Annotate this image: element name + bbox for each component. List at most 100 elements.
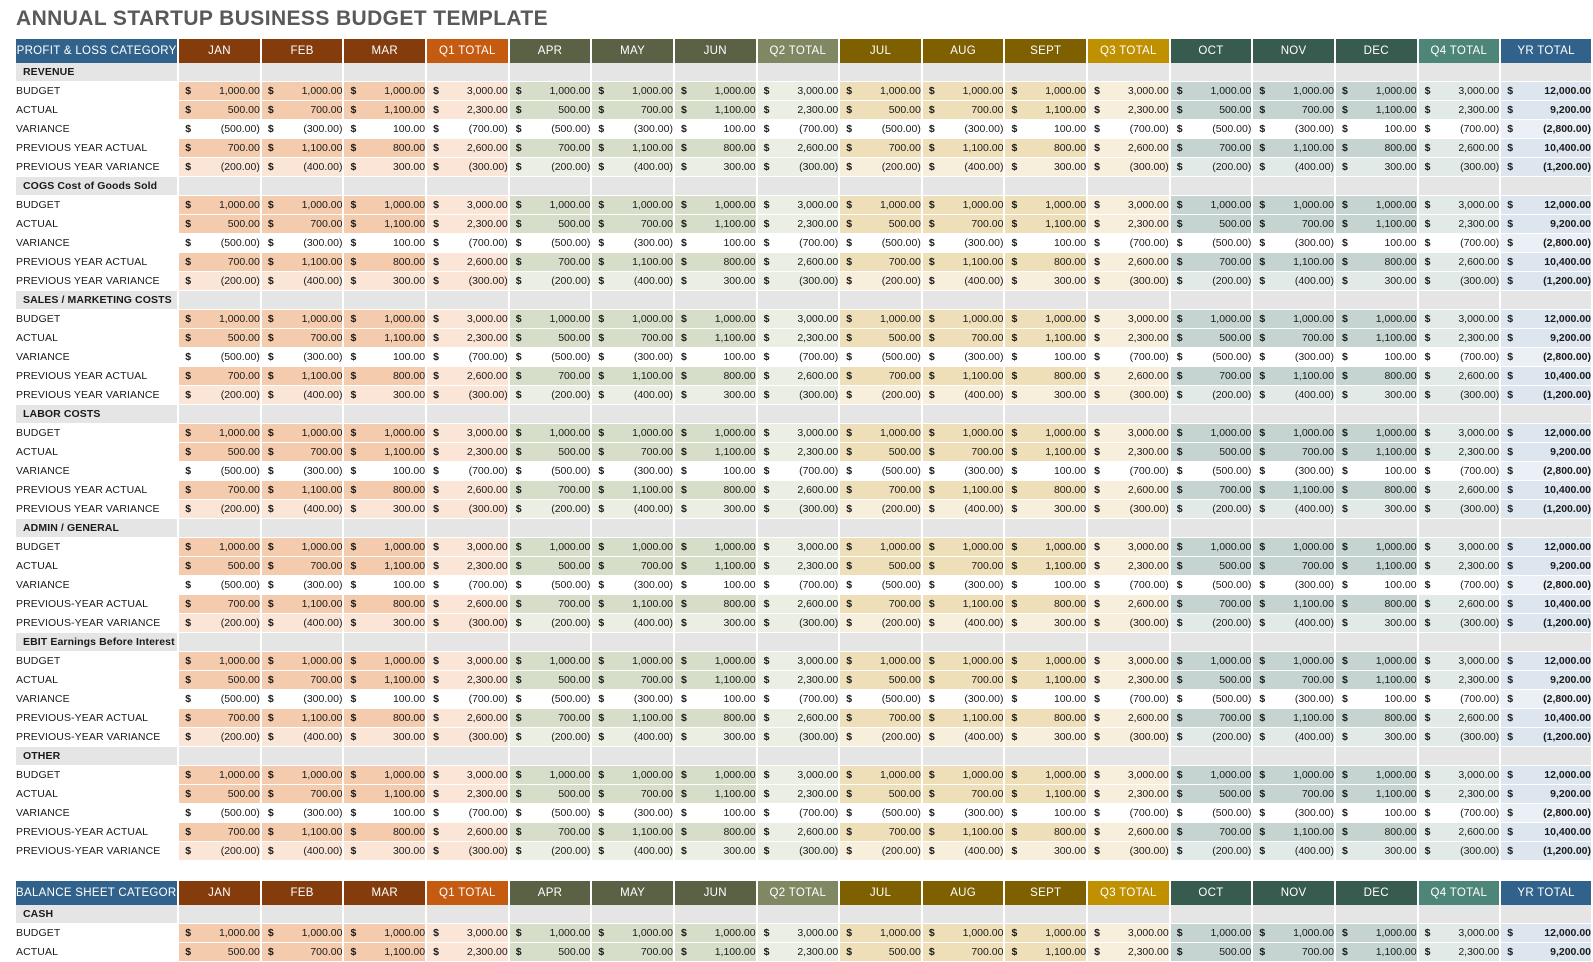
cell-dec[interactable]: $300.00 bbox=[1334, 271, 1419, 291]
cell-yr[interactable]: $9,200.00 bbox=[1500, 784, 1593, 804]
cell-jun[interactable]: $300.00 bbox=[673, 613, 758, 633]
cell-q2[interactable]: $ (300.00) bbox=[756, 613, 841, 633]
cell-mar[interactable]: $800.00 bbox=[343, 480, 428, 500]
cell-feb[interactable]: $ (400.00) bbox=[260, 157, 345, 177]
cell-jun[interactable]: $1,100.00 bbox=[673, 442, 758, 462]
cell-apr[interactable]: $500.00 bbox=[508, 100, 593, 120]
cell-feb[interactable]: $ (300.00) bbox=[260, 233, 345, 253]
cell-jan[interactable]: $500.00 bbox=[178, 556, 262, 576]
cell-q4[interactable]: $ (300.00) bbox=[1417, 499, 1502, 519]
cell-q3[interactable]: $3,000.00 bbox=[1087, 195, 1171, 215]
cell-yr[interactable]: $ (2,800.00) bbox=[1500, 689, 1593, 709]
cell-q2[interactable]: $ (700.00) bbox=[756, 803, 841, 823]
column-header-sept[interactable]: SEPT bbox=[1004, 39, 1089, 63]
cell-mar[interactable]: $1,000.00 bbox=[343, 537, 428, 557]
cell-oct[interactable]: $1,000.00 bbox=[1169, 309, 1254, 329]
cell-q3[interactable]: $ (300.00) bbox=[1087, 499, 1171, 519]
cell-q1[interactable]: $2,600.00 bbox=[426, 366, 510, 386]
cell-yr[interactable]: $9,200.00 bbox=[1500, 942, 1593, 962]
cell-yr[interactable]: $12,000.00 bbox=[1500, 765, 1593, 785]
cell-q3[interactable]: $2,300.00 bbox=[1087, 328, 1171, 348]
cell-q2[interactable]: $3,000.00 bbox=[756, 195, 841, 215]
cell-mar[interactable]: $100.00 bbox=[343, 233, 428, 253]
cell-yr[interactable]: $10,400.00 bbox=[1500, 366, 1593, 386]
cell-q2[interactable]: $2,300.00 bbox=[756, 328, 841, 348]
cell-q1[interactable]: $ (700.00) bbox=[426, 347, 510, 367]
cell-dec[interactable]: $1,000.00 bbox=[1334, 537, 1419, 557]
column-header-q3[interactable]: Q3 TOTAL bbox=[1087, 881, 1171, 905]
cell-q2[interactable]: $2,300.00 bbox=[756, 556, 841, 576]
cell-aug[interactable]: $ (400.00) bbox=[921, 271, 1006, 291]
cell-dec[interactable]: $1,100.00 bbox=[1334, 670, 1419, 690]
cell-jun[interactable]: $300.00 bbox=[673, 841, 758, 861]
cell-jul[interactable]: $1,000.00 bbox=[839, 651, 923, 671]
cell-q1[interactable]: $ (300.00) bbox=[426, 385, 510, 405]
cell-oct[interactable]: $ (500.00) bbox=[1169, 119, 1254, 139]
column-header-jul[interactable]: JUL bbox=[839, 881, 923, 905]
cell-jan[interactable]: $ (500.00) bbox=[178, 233, 262, 253]
cell-q3[interactable]: $3,000.00 bbox=[1087, 537, 1171, 557]
cell-dec[interactable]: $800.00 bbox=[1334, 138, 1419, 158]
cell-jul[interactable]: $500.00 bbox=[839, 100, 923, 120]
cell-oct[interactable]: $ (500.00) bbox=[1169, 689, 1254, 709]
cell-feb[interactable]: $1,100.00 bbox=[260, 480, 345, 500]
cell-oct[interactable]: $500.00 bbox=[1169, 214, 1254, 234]
cell-nov[interactable]: $700.00 bbox=[1252, 442, 1336, 462]
cell-jun[interactable]: $100.00 bbox=[673, 347, 758, 367]
cell-jul[interactable]: $1,000.00 bbox=[839, 923, 923, 943]
cell-jun[interactable]: $800.00 bbox=[673, 480, 758, 500]
cell-apr[interactable]: $1,000.00 bbox=[508, 195, 593, 215]
cell-q3[interactable]: $3,000.00 bbox=[1087, 651, 1171, 671]
cell-dec[interactable]: $1,000.00 bbox=[1334, 309, 1419, 329]
cell-dec[interactable]: $1,000.00 bbox=[1334, 923, 1419, 943]
cell-nov[interactable]: $700.00 bbox=[1252, 100, 1336, 120]
cell-jul[interactable]: $ (200.00) bbox=[839, 271, 923, 291]
cell-feb[interactable]: $ (400.00) bbox=[260, 841, 345, 861]
cell-may[interactable]: $ (400.00) bbox=[591, 727, 675, 747]
column-header-jun[interactable]: JUN bbox=[673, 881, 758, 905]
cell-q2[interactable]: $2,600.00 bbox=[756, 822, 841, 842]
cell-aug[interactable]: $ (400.00) bbox=[921, 157, 1006, 177]
cell-oct[interactable]: $500.00 bbox=[1169, 442, 1254, 462]
cell-oct[interactable]: $1,000.00 bbox=[1169, 81, 1254, 101]
cell-yr[interactable]: $9,200.00 bbox=[1500, 442, 1593, 462]
cell-jun[interactable]: $300.00 bbox=[673, 727, 758, 747]
cell-dec[interactable]: $1,100.00 bbox=[1334, 556, 1419, 576]
cell-mar[interactable]: $300.00 bbox=[343, 271, 428, 291]
cell-nov[interactable]: $ (400.00) bbox=[1252, 271, 1336, 291]
column-header-oct[interactable]: OCT bbox=[1169, 39, 1254, 63]
cell-dec[interactable]: $800.00 bbox=[1334, 366, 1419, 386]
cell-q3[interactable]: $ (700.00) bbox=[1087, 689, 1171, 709]
cell-jul[interactable]: $1,000.00 bbox=[839, 195, 923, 215]
cell-sept[interactable]: $300.00 bbox=[1004, 499, 1089, 519]
cell-apr[interactable]: $500.00 bbox=[508, 556, 593, 576]
cell-aug[interactable]: $ (300.00) bbox=[921, 575, 1006, 595]
cell-apr[interactable]: $500.00 bbox=[508, 214, 593, 234]
cell-mar[interactable]: $300.00 bbox=[343, 727, 428, 747]
cell-yr[interactable]: $12,000.00 bbox=[1500, 651, 1593, 671]
cell-yr[interactable]: $10,400.00 bbox=[1500, 708, 1593, 728]
cell-sept[interactable]: $100.00 bbox=[1004, 461, 1089, 481]
cell-oct[interactable]: $700.00 bbox=[1169, 366, 1254, 386]
cell-jan[interactable]: $1,000.00 bbox=[178, 537, 262, 557]
cell-may[interactable]: $ (400.00) bbox=[591, 613, 675, 633]
cell-yr[interactable]: $ (1,200.00) bbox=[1500, 499, 1593, 519]
cell-apr[interactable]: $ (500.00) bbox=[508, 461, 593, 481]
cell-may[interactable]: $1,100.00 bbox=[591, 480, 675, 500]
cell-q2[interactable]: $ (300.00) bbox=[756, 157, 841, 177]
cell-aug[interactable]: $1,000.00 bbox=[921, 309, 1006, 329]
cell-dec[interactable]: $800.00 bbox=[1334, 480, 1419, 500]
cell-dec[interactable]: $100.00 bbox=[1334, 233, 1419, 253]
cell-q2[interactable]: $2,600.00 bbox=[756, 708, 841, 728]
cell-dec[interactable]: $1,100.00 bbox=[1334, 442, 1419, 462]
cell-q3[interactable]: $ (700.00) bbox=[1087, 803, 1171, 823]
cell-aug[interactable]: $ (400.00) bbox=[921, 385, 1006, 405]
cell-mar[interactable]: $1,100.00 bbox=[343, 328, 428, 348]
cell-feb[interactable]: $1,000.00 bbox=[260, 423, 345, 443]
cell-may[interactable]: $700.00 bbox=[591, 328, 675, 348]
cell-apr[interactable]: $ (500.00) bbox=[508, 233, 593, 253]
cell-nov[interactable]: $ (400.00) bbox=[1252, 613, 1336, 633]
cell-apr[interactable]: $1,000.00 bbox=[508, 765, 593, 785]
cell-jun[interactable]: $800.00 bbox=[673, 138, 758, 158]
cell-mar[interactable]: $1,000.00 bbox=[343, 765, 428, 785]
